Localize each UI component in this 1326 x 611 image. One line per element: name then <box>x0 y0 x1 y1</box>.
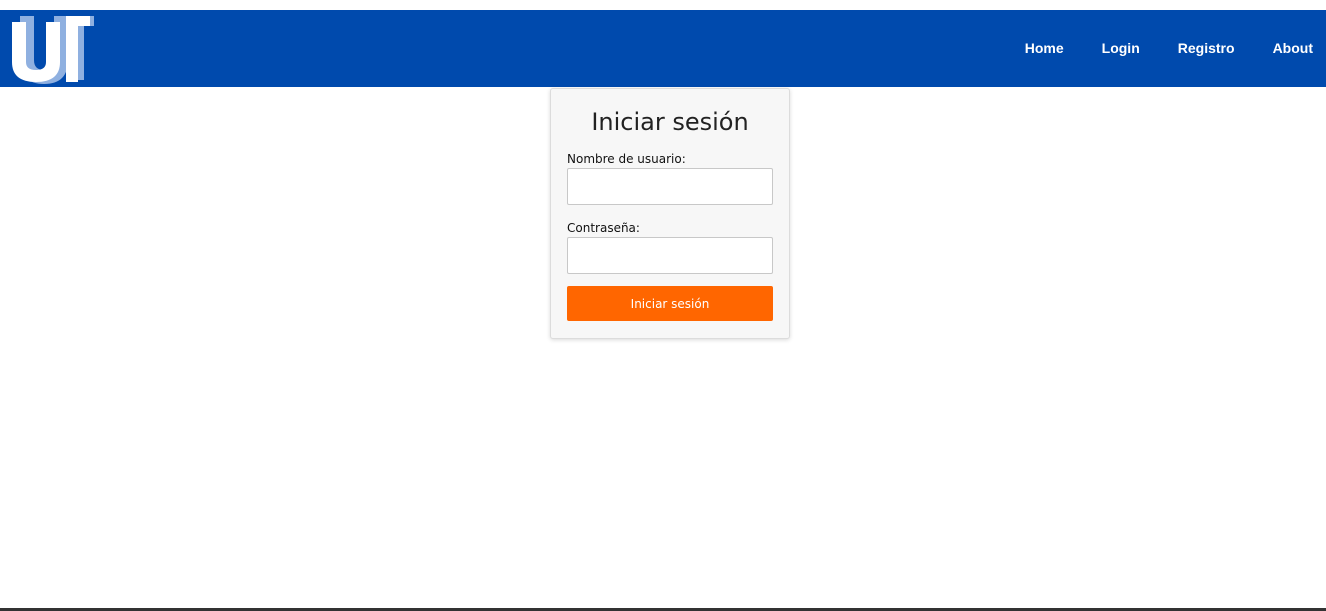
password-label: Contraseña: <box>567 221 640 235</box>
navbar: Home Login Registro About <box>0 10 1326 87</box>
login-title: Iniciar sesión <box>591 108 749 136</box>
nav-links: Home Login Registro About <box>987 10 1326 87</box>
nav-about-link[interactable]: About <box>1273 10 1313 87</box>
ui-logo-icon[interactable] <box>8 12 94 84</box>
page-top-strip <box>0 0 1326 10</box>
nav-login-link[interactable]: Login <box>1102 10 1140 87</box>
login-submit-button[interactable]: Iniciar sesión <box>567 286 773 321</box>
password-input[interactable] <box>567 237 773 274</box>
nav-registro-link[interactable]: Registro <box>1178 10 1235 87</box>
username-input[interactable] <box>567 168 773 205</box>
login-card: Iniciar sesión Nombre de usuario: Contra… <box>550 88 790 339</box>
username-label: Nombre de usuario: <box>567 152 686 166</box>
nav-home-link[interactable]: Home <box>1025 10 1064 87</box>
